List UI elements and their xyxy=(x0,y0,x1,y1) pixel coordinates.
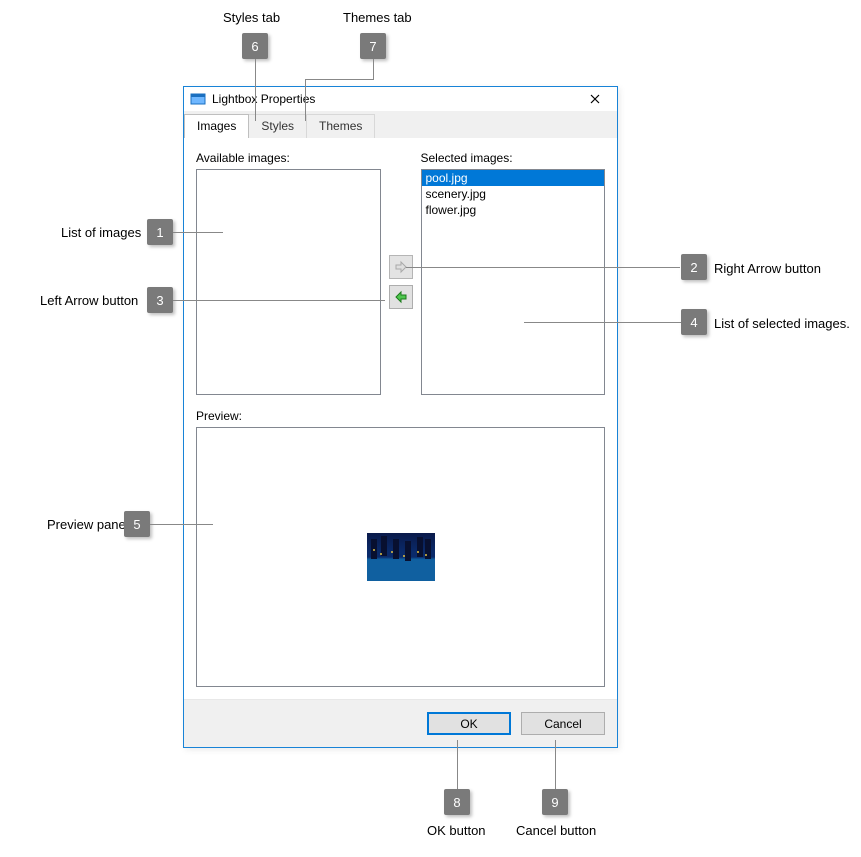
callout-box-2: 2 xyxy=(681,254,707,280)
tab-bar: Images Styles Themes xyxy=(184,112,617,139)
cancel-button[interactable]: Cancel xyxy=(521,712,605,735)
callout-label-6: Styles tab xyxy=(223,10,280,25)
close-button[interactable] xyxy=(579,87,611,111)
left-arrow-button[interactable] xyxy=(389,285,413,309)
selected-images-label: Selected images: xyxy=(421,151,606,165)
callout-box-6: 6 xyxy=(242,33,268,59)
preview-thumbnail xyxy=(367,533,435,581)
callout-line xyxy=(406,267,680,268)
callout-line xyxy=(305,79,374,80)
callout-line xyxy=(305,79,306,121)
list-item[interactable]: scenery.jpg xyxy=(422,186,605,202)
callout-label-1: List of images xyxy=(61,225,141,240)
selected-images-listbox[interactable]: pool.jpg scenery.jpg flower.jpg xyxy=(421,169,606,395)
dialog-button-bar: OK Cancel xyxy=(184,699,617,747)
ok-button[interactable]: OK xyxy=(427,712,511,735)
callout-label-2: Right Arrow button xyxy=(714,261,821,276)
app-icon xyxy=(190,91,206,107)
callout-box-4: 4 xyxy=(681,309,707,335)
list-item[interactable]: flower.jpg xyxy=(422,202,605,218)
tab-themes[interactable]: Themes xyxy=(306,114,375,138)
callout-box-8: 8 xyxy=(444,789,470,815)
callout-line xyxy=(457,740,458,790)
available-images-listbox[interactable] xyxy=(196,169,381,395)
callout-box-7: 7 xyxy=(360,33,386,59)
callout-line xyxy=(255,59,256,121)
callout-line xyxy=(150,524,213,525)
preview-label: Preview: xyxy=(196,409,605,423)
titlebar: Lightbox Properties xyxy=(184,87,617,112)
available-images-label: Available images: xyxy=(196,151,381,165)
tab-styles[interactable]: Styles xyxy=(248,114,307,138)
arrow-left-icon xyxy=(393,289,409,305)
callout-label-9: Cancel button xyxy=(516,823,596,838)
callout-box-3: 3 xyxy=(147,287,173,313)
preview-pane xyxy=(196,427,605,687)
callout-label-3: Left Arrow button xyxy=(40,293,138,308)
callout-label-5: Preview pane xyxy=(47,517,126,532)
callout-line xyxy=(173,300,385,301)
tab-images[interactable]: Images xyxy=(184,114,249,138)
callout-label-8: OK button xyxy=(427,823,486,838)
callout-line xyxy=(373,59,374,79)
callout-line xyxy=(524,322,681,323)
callout-line xyxy=(555,740,556,790)
callout-label-7: Themes tab xyxy=(343,10,412,25)
window-title: Lightbox Properties xyxy=(212,92,579,106)
callout-label-4: List of selected images. xyxy=(714,316,850,331)
callout-box-5: 5 xyxy=(124,511,150,537)
callout-box-9: 9 xyxy=(542,789,568,815)
list-item[interactable]: pool.jpg xyxy=(422,170,605,186)
tab-content-images: Available images: Selected images: xyxy=(184,139,617,699)
callout-line xyxy=(173,232,223,233)
lightbox-properties-window: Lightbox Properties Images Styles Themes… xyxy=(183,86,618,748)
callout-box-1: 1 xyxy=(147,219,173,245)
